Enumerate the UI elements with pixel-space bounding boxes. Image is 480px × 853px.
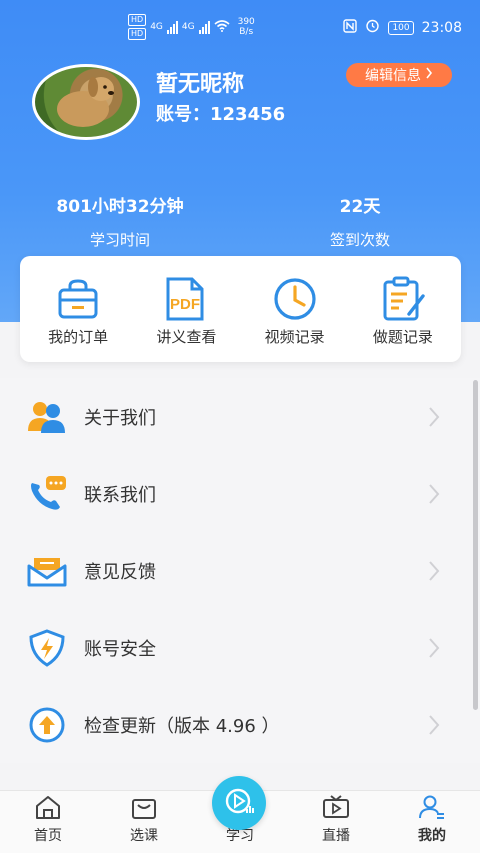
menu-item-feedback[interactable]: 意见反馈 xyxy=(0,532,480,609)
avatar[interactable] xyxy=(32,64,140,140)
tab-label: 直播 xyxy=(322,828,350,844)
pdf-text: PDF xyxy=(170,296,200,313)
menu-item-label: 账号安全 xyxy=(84,638,156,660)
menu-item-about-us[interactable]: 关于我们 xyxy=(0,378,480,455)
tab-live[interactable]: 直播 xyxy=(288,791,384,853)
nickname: 暂无昵称 xyxy=(156,72,245,97)
account-number: 账号：123456 xyxy=(156,104,286,125)
study-time-stat: 801小时32分钟 学习时间 xyxy=(20,192,220,250)
status-bar: HD HD 4G 4G 390 B/s 100 23:08 xyxy=(0,0,480,52)
menu-item-label: 意见反馈 xyxy=(84,561,156,583)
video-records-label: 视频记录 xyxy=(264,328,325,346)
battery-indicator: 100 xyxy=(388,20,414,35)
chevron-right-icon xyxy=(428,406,440,432)
study-center-button[interactable] xyxy=(212,776,266,830)
pdf-document-icon: PDF xyxy=(158,276,214,322)
network-speed: 390 B/s xyxy=(237,17,255,37)
phone-chat-icon xyxy=(26,475,68,513)
signal-icon xyxy=(166,20,178,34)
checkin-label: 签到次数 xyxy=(329,231,390,249)
alarm-icon xyxy=(365,18,380,37)
clock-icon xyxy=(267,276,323,322)
menu-item-label: 联系我们 xyxy=(84,484,156,506)
signal-icon xyxy=(198,20,210,34)
hd-badge: HD xyxy=(128,14,147,26)
tab-home[interactable]: 首页 xyxy=(0,791,96,853)
upload-arrow-icon xyxy=(26,706,68,744)
home-icon xyxy=(34,793,62,821)
menu-item-check-update[interactable]: 检查更新（版本 4.96 ） xyxy=(0,686,480,763)
study-time-label: 学习时间 xyxy=(89,231,150,249)
edit-profile-label: 编辑信息 xyxy=(365,68,421,84)
status-time: 23:08 xyxy=(421,19,462,36)
shopping-bag-icon xyxy=(50,276,106,322)
tab-label: 选课 xyxy=(130,828,158,844)
settings-menu: 关于我们 联系我们 意见反馈 账号安全 检查更新（版本 4.96 ） xyxy=(0,378,480,763)
chevron-right-icon xyxy=(428,637,440,663)
hd-badge: HD xyxy=(128,28,147,40)
handout-view-button[interactable]: PDF 讲义查看 xyxy=(136,276,236,362)
play-circle-icon xyxy=(223,785,255,821)
tab-mine[interactable]: 我的 xyxy=(384,791,480,853)
nfc-icon xyxy=(343,18,358,37)
exercise-records-label: 做题记录 xyxy=(372,328,433,346)
mail-feedback-icon xyxy=(26,552,68,590)
my-orders-label: 我的订单 xyxy=(48,328,109,346)
video-records-button[interactable]: 视频记录 xyxy=(245,276,345,362)
wifi-icon xyxy=(214,19,230,35)
chevron-right-icon xyxy=(428,714,440,740)
menu-item-label: 检查更新（版本 4.96 ） xyxy=(84,715,280,737)
handout-view-label: 讲义查看 xyxy=(156,328,217,346)
basket-icon xyxy=(130,793,158,821)
study-time-value: 801小时32分钟 xyxy=(56,197,184,217)
menu-item-label: 关于我们 xyxy=(84,407,156,429)
notepad-pen-icon xyxy=(375,276,431,322)
chevron-right-icon xyxy=(428,483,440,509)
chevron-right-icon xyxy=(425,67,433,83)
network-type: 4G xyxy=(181,22,195,32)
tab-course-select[interactable]: 选课 xyxy=(96,791,192,853)
tv-icon xyxy=(321,793,351,821)
people-icon xyxy=(26,398,68,436)
tab-label: 首页 xyxy=(34,828,62,844)
tab-label: 我的 xyxy=(418,828,446,844)
exercise-records-button[interactable]: 做题记录 xyxy=(353,276,453,362)
menu-item-account-security[interactable]: 账号安全 xyxy=(0,609,480,686)
network-type: 4G xyxy=(150,22,163,32)
shield-lightning-icon xyxy=(26,628,68,667)
menu-item-contact-us[interactable]: 联系我们 xyxy=(0,455,480,532)
checkin-stat: 22天 签到次数 xyxy=(260,192,460,250)
user-icon xyxy=(418,793,446,821)
checkin-value: 22天 xyxy=(339,197,381,217)
my-orders-button[interactable]: 我的订单 xyxy=(28,276,128,362)
edit-profile-button[interactable]: 编辑信息 xyxy=(346,63,452,87)
quick-actions-card: 我的订单 PDF 讲义查看 视频记录 做题记录 xyxy=(20,256,461,362)
chevron-right-icon xyxy=(428,560,440,586)
scrollbar[interactable] xyxy=(473,380,478,710)
